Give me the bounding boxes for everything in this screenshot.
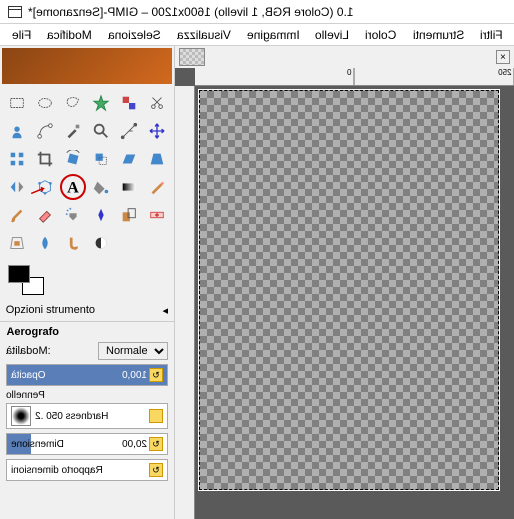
shear-tool[interactable] xyxy=(116,146,142,172)
scale-tool[interactable] xyxy=(88,146,114,172)
smudge-tool[interactable] xyxy=(60,230,86,256)
menu-filtri[interactable]: Filtri xyxy=(472,28,511,42)
active-tool-name: Aerografo xyxy=(6,326,59,338)
brush-edit-icon[interactable] xyxy=(149,409,163,423)
color-swatch-area xyxy=(0,260,174,300)
blend-tool[interactable] xyxy=(116,174,142,200)
toolbox-dock: A Opzioni s xyxy=(0,46,175,519)
toolbox-grid: A xyxy=(0,86,174,260)
aspect-slider[interactable]: Rapporto dimensioni ↺ xyxy=(6,459,168,481)
menu-immagine[interactable]: Immagine xyxy=(239,28,308,42)
ellipse-select-tool[interactable] xyxy=(32,90,58,116)
clone-tool[interactable] xyxy=(116,202,142,228)
close-tab-icon[interactable]: × xyxy=(496,50,510,64)
color-picker-tool[interactable] xyxy=(60,118,86,144)
scissors-tool[interactable] xyxy=(144,90,170,116)
rect-select-tool[interactable] xyxy=(4,90,30,116)
bucket-fill-tool[interactable] xyxy=(88,174,114,200)
tool-options-header: Opzioni strumento ◂ xyxy=(0,300,174,322)
menu-seleziona[interactable]: Seleziona xyxy=(100,28,169,42)
image-tab-strip: × xyxy=(175,46,514,68)
free-select-tool[interactable] xyxy=(60,90,86,116)
menu-visualizza[interactable]: Visualizza xyxy=(169,28,239,42)
measure-tool[interactable] xyxy=(116,118,142,144)
rotate-tool[interactable] xyxy=(60,146,86,172)
perspective-tool[interactable] xyxy=(144,146,170,172)
menu-livello[interactable]: Livello xyxy=(307,28,357,42)
align-tool[interactable] xyxy=(4,146,30,172)
window-title: *[Senzanome]-1.0 (Colore RGB, 1 livello)… xyxy=(28,5,354,19)
ink-tool[interactable] xyxy=(88,202,114,228)
image-canvas[interactable] xyxy=(199,90,499,490)
image-tab-thumbnail[interactable] xyxy=(179,48,205,66)
ruler-mark: 250 xyxy=(355,68,514,85)
opacity-reset-icon[interactable]: ↺ xyxy=(149,368,163,382)
paths-tool[interactable] xyxy=(32,118,58,144)
paintbrush-tool[interactable] xyxy=(4,202,30,228)
opacity-value: 100,0 xyxy=(122,370,147,381)
gimp-logo xyxy=(2,48,172,84)
menu-finestre[interactable]: Finestre xyxy=(511,28,514,42)
pencil-tool[interactable] xyxy=(144,174,170,200)
mode-select[interactable]: Normale xyxy=(98,342,168,360)
brush-selector[interactable]: 2. Hardness 050 xyxy=(6,403,168,429)
menu-colori[interactable]: Colori xyxy=(357,28,404,42)
image-window: × 0 250 xyxy=(175,46,514,519)
color-select-tool[interactable] xyxy=(116,90,142,116)
perspective-clone-tool[interactable] xyxy=(4,230,30,256)
flip-tool[interactable] xyxy=(4,174,30,200)
text-tool[interactable]: A xyxy=(60,174,86,200)
window-titlebar: *[Senzanome]-1.0 (Colore RGB, 1 livello)… xyxy=(0,0,514,24)
opacity-slider[interactable]: Opacità 100,0 ↺ xyxy=(6,364,168,386)
svg-text:A: A xyxy=(67,178,79,196)
brush-name: 2. Hardness 050 xyxy=(35,411,145,422)
eraser-tool[interactable] xyxy=(32,202,58,228)
crop-tool[interactable] xyxy=(32,146,58,172)
foreground-color-swatch[interactable] xyxy=(8,265,30,283)
mode-label: Modalità: xyxy=(6,345,94,357)
dodge-burn-tool[interactable] xyxy=(88,230,114,256)
foreground-select-tool[interactable] xyxy=(4,118,30,144)
tool-options-panel: Aerografo Modalità: Normale Opacità 100,… xyxy=(0,322,174,519)
size-slider[interactable]: Dimensione 20,00 ↺ xyxy=(6,433,168,455)
brush-preview-icon xyxy=(11,406,31,426)
opacity-label: Opacità xyxy=(11,370,122,381)
main-menubar: File Modifica Seleziona Visualizza Immag… xyxy=(0,24,514,46)
aspect-label: Rapporto dimensioni xyxy=(11,465,147,476)
move-tool[interactable] xyxy=(144,118,170,144)
brush-section-label: Pennello xyxy=(6,390,168,401)
blur-tool[interactable] xyxy=(32,230,58,256)
aspect-reset-icon[interactable]: ↺ xyxy=(149,463,163,477)
cage-tool[interactable] xyxy=(32,174,58,200)
menu-file[interactable]: File xyxy=(4,28,39,42)
zoom-tool[interactable] xyxy=(88,118,114,144)
heal-tool[interactable] xyxy=(144,202,170,228)
menu-strumenti[interactable]: Strumenti xyxy=(405,28,472,42)
vertical-ruler xyxy=(175,86,195,519)
tool-options-title: Opzioni strumento xyxy=(6,304,95,317)
canvas-area: 0 250 xyxy=(175,68,514,519)
fg-bg-color-swatch[interactable] xyxy=(8,265,44,295)
menu-modifica[interactable]: Modifica xyxy=(39,28,100,42)
fuzzy-select-tool[interactable] xyxy=(88,90,114,116)
size-value: 20,00 xyxy=(122,439,147,450)
airbrush-tool[interactable] xyxy=(60,202,86,228)
horizontal-ruler: 0 250 xyxy=(195,68,514,86)
dock-menu-icon[interactable]: ◂ xyxy=(162,304,168,317)
ruler-mark: 0 xyxy=(195,68,355,85)
window-icon xyxy=(8,6,22,18)
size-reset-icon[interactable]: ↺ xyxy=(149,437,163,451)
size-label: Dimensione xyxy=(11,439,122,450)
